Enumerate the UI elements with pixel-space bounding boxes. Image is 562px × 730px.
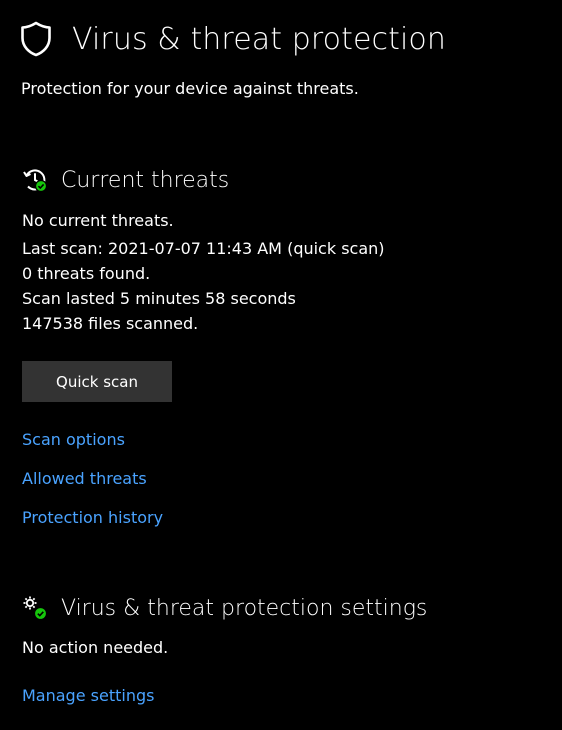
virus-threat-protection-page: Virus & threat protection Protection for…: [0, 0, 562, 730]
scan-duration-text: Scan lasted 5 minutes 58 seconds: [22, 289, 296, 308]
threats-found-text: 0 threats found.: [22, 264, 151, 283]
protection-settings-header: Virus & threat protection settings: [22, 595, 427, 621]
quick-scan-button[interactable]: Quick scan: [22, 361, 172, 402]
protection-history-link[interactable]: Protection history: [22, 508, 163, 527]
settings-status-text: No action needed.: [22, 638, 169, 657]
gears-check-icon: [23, 596, 48, 621]
page-header: Virus & threat protection: [20, 18, 446, 60]
last-scan-details: Last scan: 2021-07-07 11:43 AM (quick sc…: [22, 236, 385, 336]
manage-settings-link[interactable]: Manage settings: [22, 686, 154, 705]
allowed-threats-link[interactable]: Allowed threats: [22, 469, 147, 488]
scan-options-link[interactable]: Scan options: [22, 430, 125, 449]
threat-status-text: No current threats.: [22, 211, 174, 230]
protection-settings-title: Virus & threat protection settings: [61, 595, 428, 621]
last-scan-text: Last scan: 2021-07-07 11:43 AM (quick sc…: [22, 239, 385, 258]
current-threats-title: Current threats: [61, 167, 230, 193]
shield-icon: [21, 21, 51, 57]
current-threats-header: Current threats: [22, 167, 229, 193]
page-title: Virus & threat protection: [72, 21, 446, 57]
history-check-icon: [23, 169, 48, 193]
files-scanned-text: 147538 files scanned.: [22, 314, 199, 333]
page-subtitle: Protection for your device against threa…: [21, 79, 359, 98]
